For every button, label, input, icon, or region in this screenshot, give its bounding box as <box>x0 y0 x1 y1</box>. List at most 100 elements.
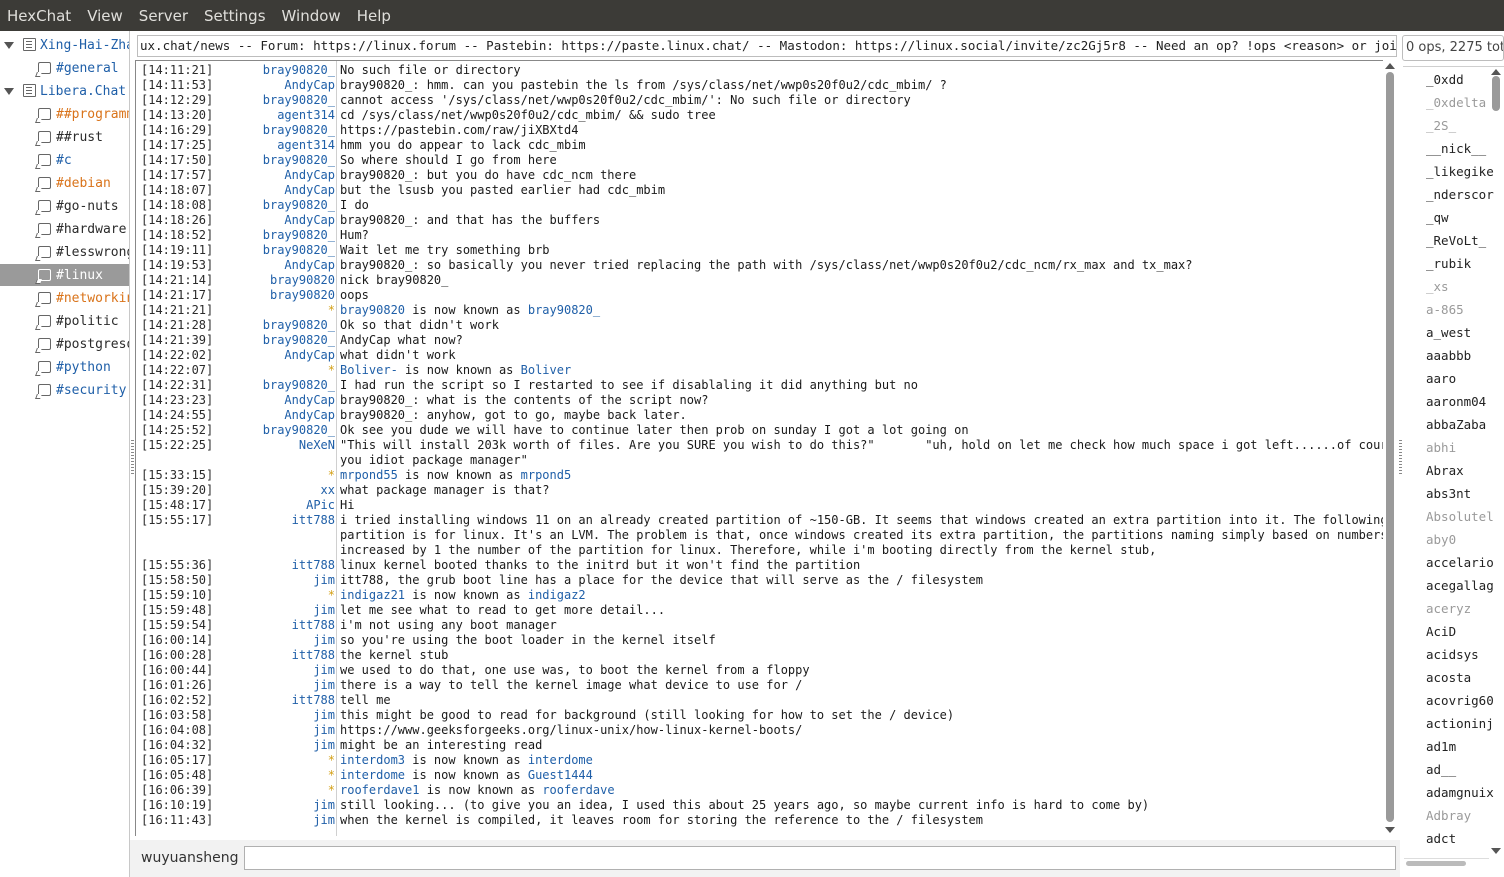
user-entry[interactable]: ad1m <box>1426 735 1456 758</box>
new-nick[interactable]: indigaz2 <box>528 588 586 602</box>
nick[interactable]: AndyCap <box>284 213 335 228</box>
nick[interactable]: agent314 <box>277 138 335 153</box>
old-nick[interactable]: bray90820 <box>340 303 405 317</box>
new-nick[interactable]: mrpond5 <box>521 468 572 482</box>
user-entry[interactable]: abhi <box>1426 436 1456 459</box>
network-item[interactable]: Libera.Chat <box>0 80 129 102</box>
nick[interactable]: jim <box>313 573 335 588</box>
user-entry[interactable]: ad__ <box>1426 758 1456 781</box>
old-nick[interactable]: indigaz21 <box>340 588 405 602</box>
user-entry[interactable]: adamgnuix <box>1426 781 1494 804</box>
nick[interactable]: AndyCap <box>284 258 335 273</box>
user-entry[interactable]: _0xdd <box>1426 68 1464 91</box>
nick[interactable]: agent314 <box>277 108 335 123</box>
user-entry[interactable]: aaro <box>1426 367 1456 390</box>
nick[interactable]: * <box>328 783 335 798</box>
nick[interactable]: AndyCap <box>284 183 335 198</box>
user-entry[interactable]: __nick__ <box>1426 137 1486 160</box>
nick[interactable]: bray90820 <box>270 288 335 303</box>
menu-hexchat[interactable]: HexChat <box>7 7 71 25</box>
scroll-thumb[interactable] <box>1492 76 1500 111</box>
nick[interactable]: jim <box>313 603 335 618</box>
nick[interactable]: jim <box>313 678 335 693</box>
channel-item[interactable]: #debian <box>0 172 129 194</box>
user-entry[interactable]: Adbray <box>1426 804 1471 827</box>
scroll-down-icon[interactable] <box>1491 848 1501 854</box>
network-item[interactable]: Xing-Hai-Zhan <box>0 34 129 56</box>
message-input[interactable] <box>244 846 1396 870</box>
user-entry[interactable]: aceryz <box>1426 597 1471 620</box>
userlist-hscrollbar[interactable] <box>1404 858 1489 868</box>
nick[interactable]: bray90820_ <box>263 153 335 168</box>
nick[interactable]: itt788 <box>292 618 335 633</box>
nick[interactable]: AndyCap <box>284 78 335 93</box>
userlist-resize-handle[interactable] <box>1399 440 1402 476</box>
new-nick[interactable]: interdome <box>528 753 593 767</box>
scroll-thumb[interactable] <box>1386 72 1394 822</box>
user-entry[interactable]: _2S_ <box>1426 114 1456 137</box>
nick[interactable]: AndyCap <box>284 408 335 423</box>
menu-help[interactable]: Help <box>357 7 391 25</box>
nick[interactable]: * <box>328 363 335 378</box>
menu-settings[interactable]: Settings <box>204 7 266 25</box>
user-entry[interactable]: acovrig60 <box>1426 689 1494 712</box>
channel-item[interactable]: ##rust <box>0 126 129 148</box>
nick[interactable]: AndyCap <box>284 348 335 363</box>
nick[interactable]: jim <box>313 723 335 738</box>
tree-resize-handle[interactable] <box>131 440 134 476</box>
chat-scrollbar[interactable] <box>1383 60 1397 836</box>
nick[interactable]: * <box>328 768 335 783</box>
nick[interactable]: jim <box>313 798 335 813</box>
old-nick[interactable]: interdom3 <box>340 753 405 767</box>
nick[interactable]: bray90820_ <box>263 198 335 213</box>
nick[interactable]: itt788 <box>292 693 335 708</box>
new-nick[interactable]: Guest1444 <box>528 768 593 782</box>
user-entry[interactable]: acosta <box>1426 666 1471 689</box>
menu-window[interactable]: Window <box>282 7 341 25</box>
channel-item[interactable]: #go-nuts <box>0 195 129 217</box>
nick[interactable]: * <box>328 303 335 318</box>
nick[interactable]: bray90820_ <box>263 63 335 78</box>
nick[interactable]: APic <box>306 498 335 513</box>
expander-icon[interactable] <box>4 88 14 95</box>
old-nick[interactable]: interdome <box>340 768 405 782</box>
old-nick[interactable]: rooferdave1 <box>340 783 419 797</box>
user-entry[interactable]: aaronm04 <box>1426 390 1486 413</box>
scroll-down-icon[interactable] <box>1385 827 1395 833</box>
nick[interactable]: xx <box>321 483 335 498</box>
nick[interactable]: bray90820_ <box>263 243 335 258</box>
hscroll-thumb[interactable] <box>1406 861 1466 866</box>
user-entry[interactable]: _qw <box>1426 206 1449 229</box>
channel-item[interactable]: #security <box>0 379 129 401</box>
new-nick[interactable]: rooferdave <box>542 783 614 797</box>
channel-item[interactable]: #python <box>0 356 129 378</box>
channel-item[interactable]: #networking <box>0 287 129 309</box>
scroll-up-icon[interactable] <box>1491 69 1501 75</box>
user-entry[interactable]: Absolutel <box>1426 505 1494 528</box>
nick[interactable]: bray90820_ <box>263 228 335 243</box>
user-entry[interactable]: _xs <box>1426 275 1449 298</box>
nick[interactable]: NeXeN <box>299 438 335 453</box>
userlist-scrollbar[interactable] <box>1489 66 1503 856</box>
nick[interactable]: * <box>328 588 335 603</box>
user-entry[interactable]: adct <box>1426 827 1456 850</box>
old-nick[interactable]: mrpond55 <box>340 468 398 482</box>
nick-button[interactable]: wuyuansheng <box>141 850 238 866</box>
new-nick[interactable]: bray90820_ <box>528 303 600 317</box>
user-entry[interactable]: actioninj <box>1426 712 1494 735</box>
user-entry[interactable]: aby0 <box>1426 528 1456 551</box>
nick[interactable]: jim <box>313 633 335 648</box>
user-entry[interactable]: abs3nt <box>1426 482 1471 505</box>
nick[interactable]: bray90820_ <box>263 93 335 108</box>
user-entry[interactable]: acegallag <box>1426 574 1494 597</box>
nick[interactable]: bray90820 <box>270 273 335 288</box>
user-entry[interactable]: _likegike <box>1426 160 1494 183</box>
user-entry[interactable]: accelario <box>1426 551 1494 574</box>
channel-item[interactable]: #c <box>0 149 129 171</box>
channel-item[interactable]: ##programming <box>0 103 129 125</box>
nick[interactable]: jim <box>313 708 335 723</box>
nick[interactable]: * <box>328 468 335 483</box>
chat-buffer[interactable]: [14:11:21] bray90820_ No such file or dire… <box>135 60 1383 836</box>
user-entry[interactable]: acidsys <box>1426 643 1479 666</box>
nick[interactable]: bray90820_ <box>263 318 335 333</box>
